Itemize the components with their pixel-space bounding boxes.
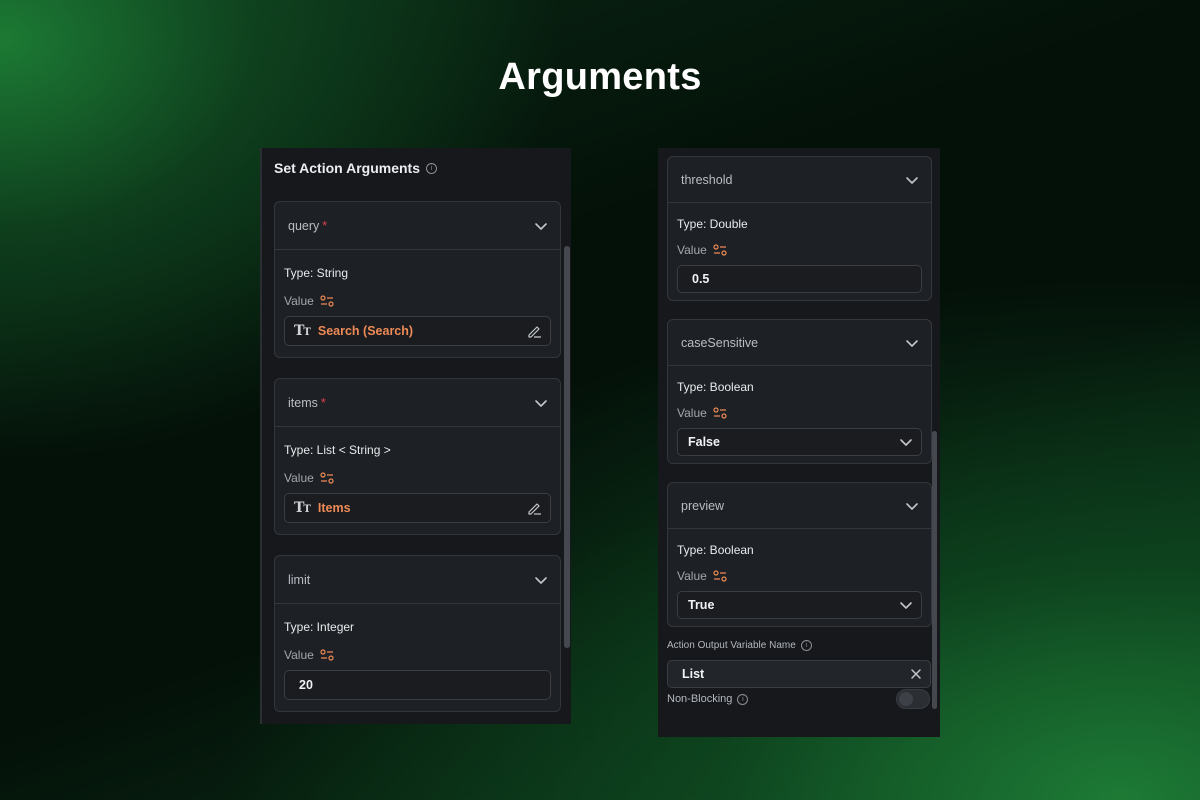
argument-name: limit [288,572,311,587]
argument-header-casesensitive[interactable]: caseSensitive [668,320,931,366]
argument-header-threshold[interactable]: threshold [668,157,931,203]
argument-name: preview [681,498,725,513]
non-blocking-toggle[interactable] [896,689,930,709]
argument-type: Type: Double [677,217,748,231]
pencil-icon[interactable] [526,323,542,339]
info-icon[interactable]: i [425,162,437,174]
boolean-select[interactable]: False [677,428,922,456]
select-value: False [688,435,720,449]
value-row: Value [284,648,551,662]
value-row: Value [284,471,551,485]
argument-name: query [288,218,320,233]
input-value: 20 [299,678,313,692]
value-label: Value [284,294,314,308]
argument-name: threshold [681,172,733,187]
sliders-icon[interactable] [713,570,727,582]
value-label: Value [677,569,707,583]
argument-name: items [288,395,318,410]
argument-type: Type: Integer [284,620,355,634]
chevron-down-icon[interactable] [899,598,913,612]
argument-card-casesensitive: caseSensitive Type: Boolean Value False [667,319,932,464]
argument-card-limit: limit Type: Integer Value 20 [274,555,561,712]
value-label: Value [284,471,314,485]
argument-name: caseSensitive [681,335,759,350]
sliders-icon[interactable] [320,472,334,484]
chevron-down-icon[interactable] [905,173,919,187]
argument-header-limit[interactable]: limit [275,556,560,604]
required-marker: * [322,218,328,233]
value-row: Value [284,294,551,308]
argument-type: Type: Boolean [677,543,754,557]
value-input[interactable]: 20 [284,670,551,700]
chevron-down-icon[interactable] [899,435,913,449]
sliders-icon[interactable] [320,649,334,661]
argument-type: Type: Boolean [677,380,754,394]
text-type-icon: TT [294,323,311,339]
value-label: Value [677,406,707,420]
value-row: Value [677,406,922,420]
chevron-down-icon[interactable] [905,336,919,350]
output-variable-input[interactable]: List [667,660,931,688]
variable-value: Search (Search) [317,324,414,338]
chevron-down-icon[interactable] [534,219,548,233]
set-action-arguments-panel: Set Action Arguments i query * Type: Stri… [260,148,571,724]
sliders-icon[interactable] [713,244,727,256]
page-title: Arguments [498,56,702,98]
arguments-panel-scrolled: threshold Type: Double Value 0.5 caseSen… [658,148,940,737]
argument-card-items: items * Type: List < String > Value TT It… [274,378,561,535]
output-variable-label-text: Action Output Variable Name [667,640,796,651]
argument-header-query[interactable]: query * [275,202,560,250]
pencil-icon[interactable] [526,500,542,516]
input-value: 0.5 [692,272,710,286]
scrollbar-thumb[interactable] [564,246,570,648]
value-field[interactable]: TT Items [284,493,551,523]
info-icon[interactable]: i [737,693,749,705]
close-icon[interactable] [910,668,922,680]
argument-header-items[interactable]: items * [275,379,560,427]
panel-heading-text: Set Action Arguments [274,160,420,176]
required-marker: * [320,395,326,410]
chevron-down-icon[interactable] [534,396,548,410]
value-label: Value [284,648,314,662]
sliders-icon[interactable] [320,295,334,307]
output-variable-label: Action Output Variable Name i [667,640,812,651]
variable-value: Items [317,501,351,515]
value-label: Value [677,243,707,257]
boolean-select[interactable]: True [677,591,922,619]
output-variable-value: List [682,667,705,681]
chevron-down-icon[interactable] [534,573,548,587]
chevron-down-icon[interactable] [905,499,919,513]
toggle-knob [899,692,913,706]
argument-card-query: query * Type: String Value TT Search (Sea… [274,201,561,358]
argument-card-threshold: threshold Type: Double Value 0.5 [667,156,932,301]
argument-header-preview[interactable]: preview [668,483,931,529]
sliders-icon[interactable] [713,407,727,419]
non-blocking-label: Non-Blocking i [667,693,749,705]
panel-heading: Set Action Arguments i [274,160,437,176]
scrollbar-thumb[interactable] [932,431,937,709]
value-field[interactable]: TT Search (Search) [284,316,551,346]
argument-type: Type: List < String > [284,443,391,457]
text-type-icon: TT [294,500,311,516]
argument-type: Type: String [284,266,349,280]
value-input[interactable]: 0.5 [677,265,922,293]
info-icon[interactable]: i [800,640,812,651]
non-blocking-label-text: Non-Blocking [667,693,733,705]
value-row: Value [677,243,922,257]
argument-card-preview: preview Type: Boolean Value True [667,482,932,627]
select-value: True [688,598,715,612]
value-row: Value [677,569,922,583]
